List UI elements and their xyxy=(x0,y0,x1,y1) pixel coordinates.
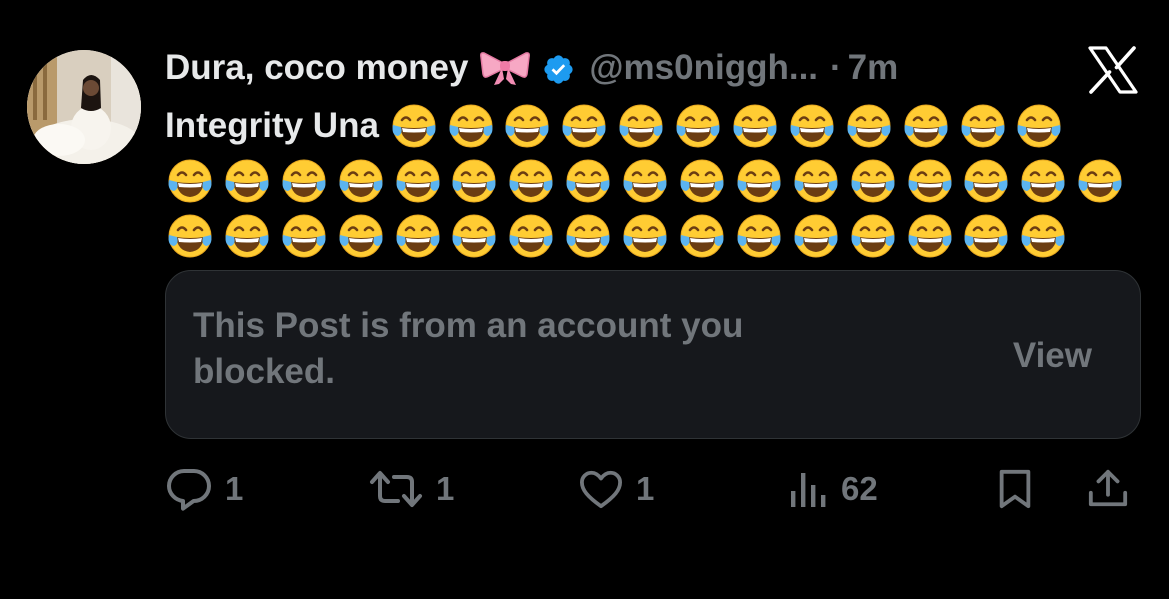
tears-of-joy-emoji-icon xyxy=(958,101,1008,151)
blocked-quote-card: This Post is from an account you blocked… xyxy=(165,270,1141,439)
post-time[interactable]: 7m xyxy=(848,45,899,91)
tears-of-joy-emoji-icon xyxy=(393,156,443,206)
tears-of-joy-emoji-icon xyxy=(791,156,841,206)
tears-of-joy-emoji-icon xyxy=(446,101,496,151)
tears-of-joy-emoji-icon xyxy=(165,211,215,261)
share-icon xyxy=(1087,468,1129,510)
tears-of-joy-emoji-icon xyxy=(1018,156,1068,206)
view-button[interactable]: View xyxy=(1013,333,1092,379)
tears-of-joy-emoji-icon xyxy=(620,211,670,261)
author-handle[interactable]: @ms0niggh... xyxy=(589,45,818,91)
tears-of-joy-emoji-icon xyxy=(616,101,666,151)
tears-of-joy-emoji-icon xyxy=(222,156,272,206)
ribbon-icon xyxy=(480,50,531,86)
tears-of-joy-emoji-icon xyxy=(336,211,386,261)
tears-of-joy-emoji-icon xyxy=(506,211,556,261)
tears-of-joy-emoji-icon xyxy=(905,211,955,261)
bookmark-icon xyxy=(995,468,1035,510)
tears-of-joy-emoji-icon xyxy=(502,101,552,151)
post-line-1: Integrity Una xyxy=(165,98,1125,153)
tears-of-joy-emoji-icon xyxy=(389,101,439,151)
share-button[interactable] xyxy=(1087,466,1129,512)
tears-of-joy-emoji-icon xyxy=(848,156,898,206)
tears-of-joy-emoji-icon xyxy=(848,211,898,261)
separator-dot: · xyxy=(830,48,842,87)
reply-icon xyxy=(165,467,213,511)
tears-of-joy-emoji-icon xyxy=(279,211,329,261)
tears-of-joy-emoji-icon xyxy=(279,156,329,206)
tears-of-joy-emoji-icon xyxy=(559,101,609,151)
views-count: 62 xyxy=(841,470,878,507)
repost-count: 1 xyxy=(436,470,455,507)
tears-of-joy-emoji-icon xyxy=(905,156,955,206)
verified-badge-icon[interactable] xyxy=(542,52,575,85)
bookmark-button[interactable] xyxy=(995,466,1035,512)
post-lead-text: Integrity Una xyxy=(165,106,379,145)
tears-of-joy-emoji-icon xyxy=(961,211,1011,261)
tears-of-joy-emoji-icon xyxy=(844,101,894,151)
post-line-3 xyxy=(165,208,1125,263)
like-button[interactable]: 1 xyxy=(578,466,654,512)
tears-of-joy-emoji-icon xyxy=(449,156,499,206)
like-count: 1 xyxy=(636,470,655,507)
post-line-2 xyxy=(165,153,1125,208)
tears-of-joy-emoji-icon xyxy=(336,156,386,206)
tears-of-joy-emoji-icon xyxy=(734,156,784,206)
tears-of-joy-emoji-icon xyxy=(901,101,951,151)
tears-of-joy-emoji-icon xyxy=(1014,101,1064,151)
tears-of-joy-emoji-icon xyxy=(620,156,670,206)
tears-of-joy-emoji-icon xyxy=(673,101,723,151)
tears-of-joy-emoji-icon xyxy=(677,156,727,206)
blocked-message: This Post is from an account you blocked… xyxy=(193,306,744,391)
tears-of-joy-emoji-icon xyxy=(563,156,613,206)
views-icon xyxy=(789,469,829,509)
tears-of-joy-emoji-icon xyxy=(730,101,780,151)
tears-of-joy-emoji-icon xyxy=(1018,211,1068,261)
x-logo-icon xyxy=(1087,46,1139,94)
tears-of-joy-emoji-icon xyxy=(449,211,499,261)
views-button[interactable]: 62 xyxy=(789,466,878,512)
tears-of-joy-emoji-icon xyxy=(165,156,215,206)
tears-of-joy-emoji-icon xyxy=(677,211,727,261)
repost-icon xyxy=(368,467,424,511)
reply-button[interactable]: 1 xyxy=(165,466,243,512)
avatar[interactable] xyxy=(27,50,141,164)
tears-of-joy-emoji-icon xyxy=(791,211,841,261)
post-header: Dura, coco money @ms0niggh... · 7m xyxy=(165,45,898,91)
tears-of-joy-emoji-icon xyxy=(393,211,443,261)
repost-button[interactable]: 1 xyxy=(368,466,454,512)
tears-of-joy-emoji-icon xyxy=(222,211,272,261)
reply-count: 1 xyxy=(225,470,244,507)
tears-of-joy-emoji-icon xyxy=(734,211,784,261)
tears-of-joy-emoji-icon xyxy=(1075,156,1125,206)
post-text: Integrity Una xyxy=(165,98,1125,263)
tears-of-joy-emoji-icon xyxy=(563,211,613,261)
display-name[interactable]: Dura, coco money xyxy=(165,45,468,91)
tears-of-joy-emoji-icon xyxy=(506,156,556,206)
like-icon xyxy=(578,468,624,510)
tears-of-joy-emoji-icon xyxy=(961,156,1011,206)
tears-of-joy-emoji-icon xyxy=(787,101,837,151)
action-bar: 1 1 1 62 xyxy=(165,466,1141,512)
